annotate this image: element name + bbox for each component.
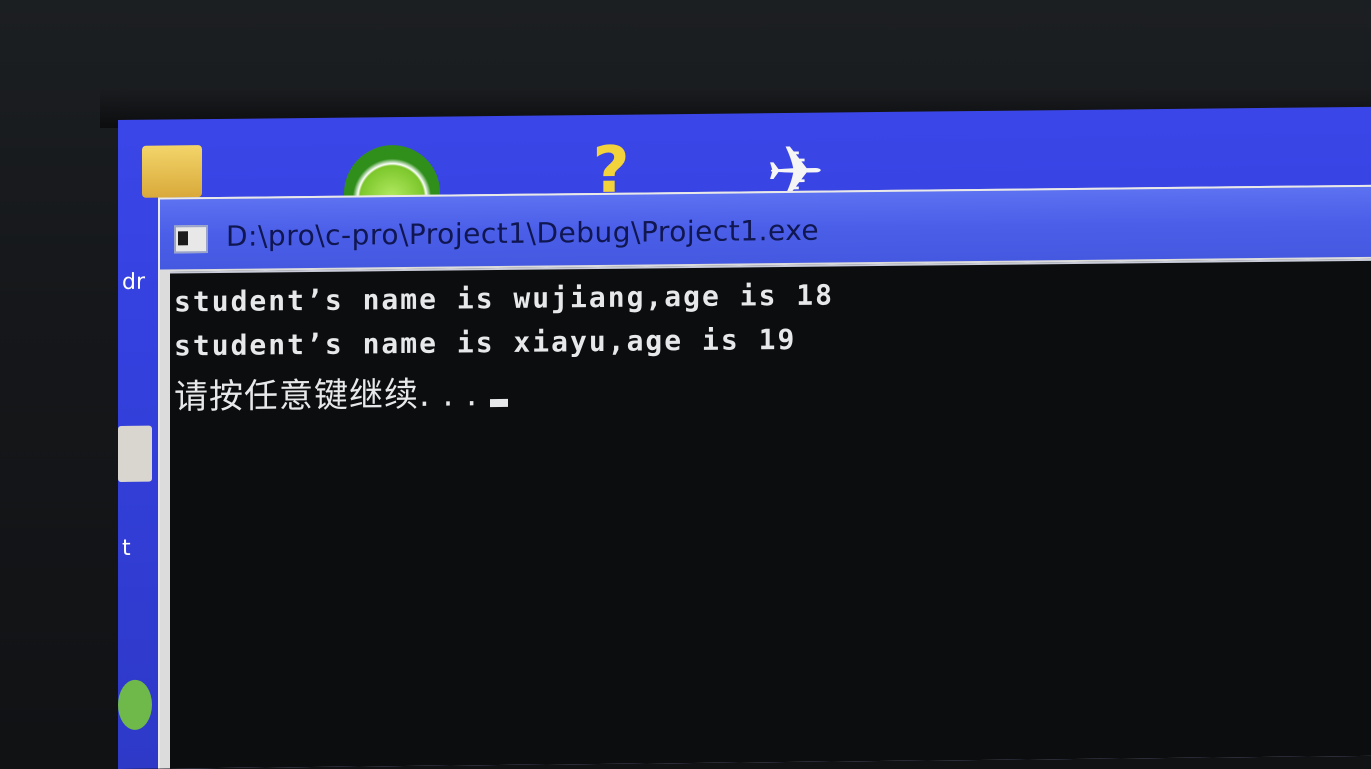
monitor-frame: ? ✈ dr t D:\pro\c-pro\Project1\Debug\Pro… [0, 0, 1371, 769]
desktop-side-app-icon[interactable] [118, 679, 152, 730]
desktop-icon-label: t [122, 535, 131, 561]
console-prompt-line: 请按任意键继续. . . [174, 366, 509, 418]
console-line: student’s name is wujiang,age is 18 [174, 278, 835, 319]
desktop-icon-label: dr [122, 269, 146, 295]
text-cursor [490, 398, 509, 408]
window-title: D:\pro\c-pro\Project1\Debug\Project1.exe [226, 213, 820, 253]
desktop: ? ✈ dr t D:\pro\c-pro\Project1\Debug\Pro… [118, 106, 1371, 769]
console-prompt-text: 请按任意键继续. . . [174, 374, 479, 418]
desktop-side-icon[interactable] [118, 425, 152, 482]
console-app-icon[interactable] [174, 225, 208, 254]
title-bar[interactable]: D:\pro\c-pro\Project1\Debug\Project1.exe [160, 186, 1371, 270]
console-line: student’s name is xiayu,age is 19 [174, 322, 797, 363]
console-window[interactable]: D:\pro\c-pro\Project1\Debug\Project1.exe… [158, 184, 1371, 769]
folder-icon[interactable] [142, 145, 202, 198]
console-output-area[interactable]: student’s name is wujiang,age is 18 stud… [170, 258, 1371, 769]
